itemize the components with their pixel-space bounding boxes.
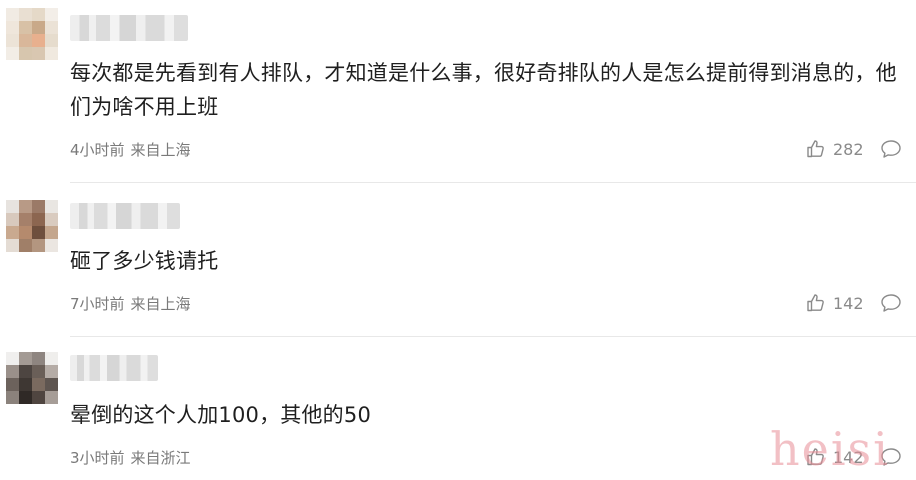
comment-time: 7小时前 — [70, 295, 125, 313]
like-count: 282 — [833, 139, 864, 159]
comment-text: 晕倒的这个人加100，其他的50 — [70, 403, 372, 427]
reply-button[interactable] — [880, 139, 902, 163]
comment-meta: 4小时前 来自上海 — [70, 139, 191, 160]
comment-meta: 7小时前 来自上海 — [70, 293, 191, 314]
comment-meta: 3小时前 来自浙江 — [70, 447, 191, 468]
comment-text: 每次都是先看到有人排队，才知道是什么事，很好奇排队的人是怎么提前得到消息的，他们… — [70, 61, 897, 119]
like-button[interactable]: 142 — [806, 293, 864, 313]
comment-list: 每次都是先看到有人排队，才知道是什么事，很好奇排队的人是怎么提前得到消息的，他们… — [0, 0, 916, 480]
like-count: 142 — [833, 293, 864, 313]
username-blurred[interactable] — [70, 203, 180, 229]
comment-time: 3小时前 — [70, 449, 125, 467]
divider — [70, 336, 916, 337]
like-count: 142 — [833, 447, 864, 467]
like-button[interactable]: 142 — [806, 447, 864, 467]
avatar-pixel-icon — [6, 8, 58, 60]
comment-bubble-icon — [881, 140, 901, 158]
username-blurred[interactable] — [70, 355, 158, 381]
avatar[interactable] — [6, 352, 58, 404]
avatar[interactable] — [6, 8, 58, 60]
thumbs-up-icon — [807, 294, 824, 312]
comment-location: 来自上海 — [130, 141, 191, 159]
comment-bubble-icon — [881, 294, 901, 312]
reply-button[interactable] — [880, 447, 902, 471]
username-blurred[interactable] — [70, 15, 188, 41]
avatar-pixel-icon — [6, 200, 58, 252]
thumbs-up-icon — [807, 140, 824, 158]
comment-location: 来自上海 — [130, 295, 191, 313]
avatar-pixel-icon — [6, 352, 58, 404]
divider — [70, 182, 916, 183]
comment-bubble-icon — [881, 448, 901, 466]
avatar[interactable] — [6, 200, 58, 252]
reply-button[interactable] — [880, 293, 902, 317]
comment-time: 4小时前 — [70, 141, 125, 159]
thumbs-up-icon — [807, 448, 824, 466]
like-button[interactable]: 282 — [806, 139, 864, 159]
comment-location: 来自浙江 — [130, 449, 191, 467]
comment-text: 砸了多少钱请托 — [70, 249, 219, 273]
